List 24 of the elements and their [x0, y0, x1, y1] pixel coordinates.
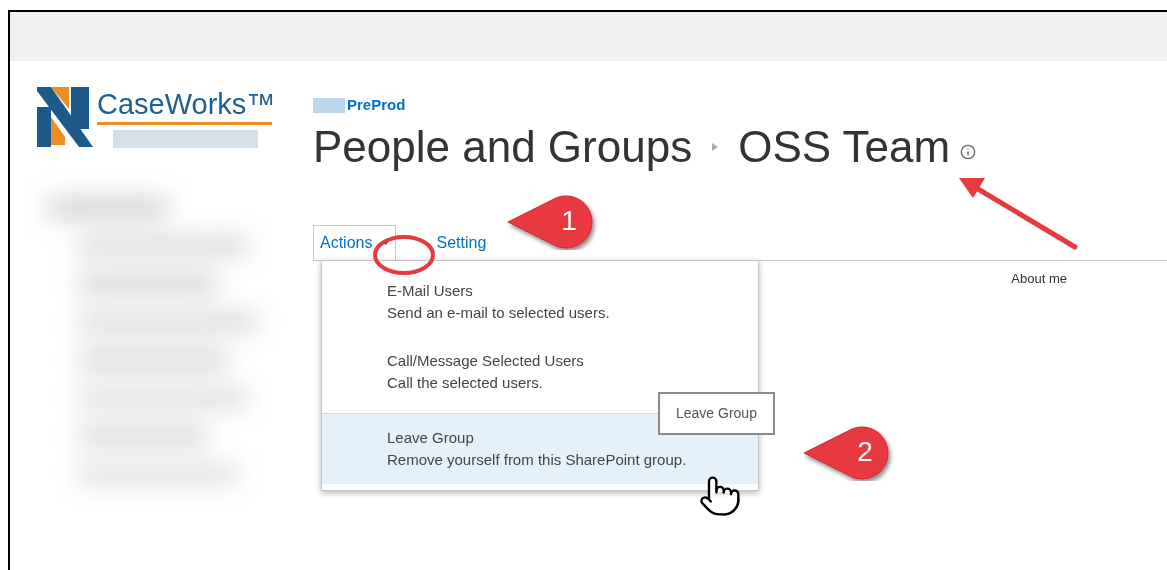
menu-item-title: Leave Group	[387, 427, 474, 448]
tooltip: Leave Group	[658, 392, 775, 435]
info-icon[interactable]	[960, 143, 977, 160]
menu-item[interactable]: Call/Message Selected Users Call the selected users.	[322, 336, 758, 407]
page-title: People and Groups	[313, 120, 693, 173]
callout-number: 1	[560, 204, 578, 238]
menu-item-description: Call the selected users.	[387, 372, 543, 393]
settings-link[interactable]: Setting	[436, 224, 487, 261]
logo-text: CaseWorks™	[97, 87, 276, 121]
menu-item-title: Call/Message Selected Users	[387, 350, 584, 371]
menu-item-description: Send an e-mail to selected users.	[387, 302, 610, 323]
group-title: OSS Team	[738, 120, 951, 173]
callout-number: 2	[856, 435, 874, 469]
redacted-bar	[313, 97, 345, 113]
highlight-circle	[372, 234, 436, 276]
menu-item-title: E-Mail Users	[387, 280, 473, 301]
actions-menu-button[interactable]: Actions	[313, 224, 397, 261]
caret-icon	[382, 241, 390, 245]
logo-icon	[37, 87, 93, 147]
column-header: About me	[1011, 269, 1067, 288]
menu-item-description: Remove yourself from this SharePoint group.	[387, 449, 687, 470]
menu-item[interactable]: E-Mail Users Send an e-mail to selected users.	[322, 266, 758, 337]
breadcrumb-separator-icon	[712, 142, 719, 151]
breadcrumb-link[interactable]: PreProd	[347, 94, 406, 117]
